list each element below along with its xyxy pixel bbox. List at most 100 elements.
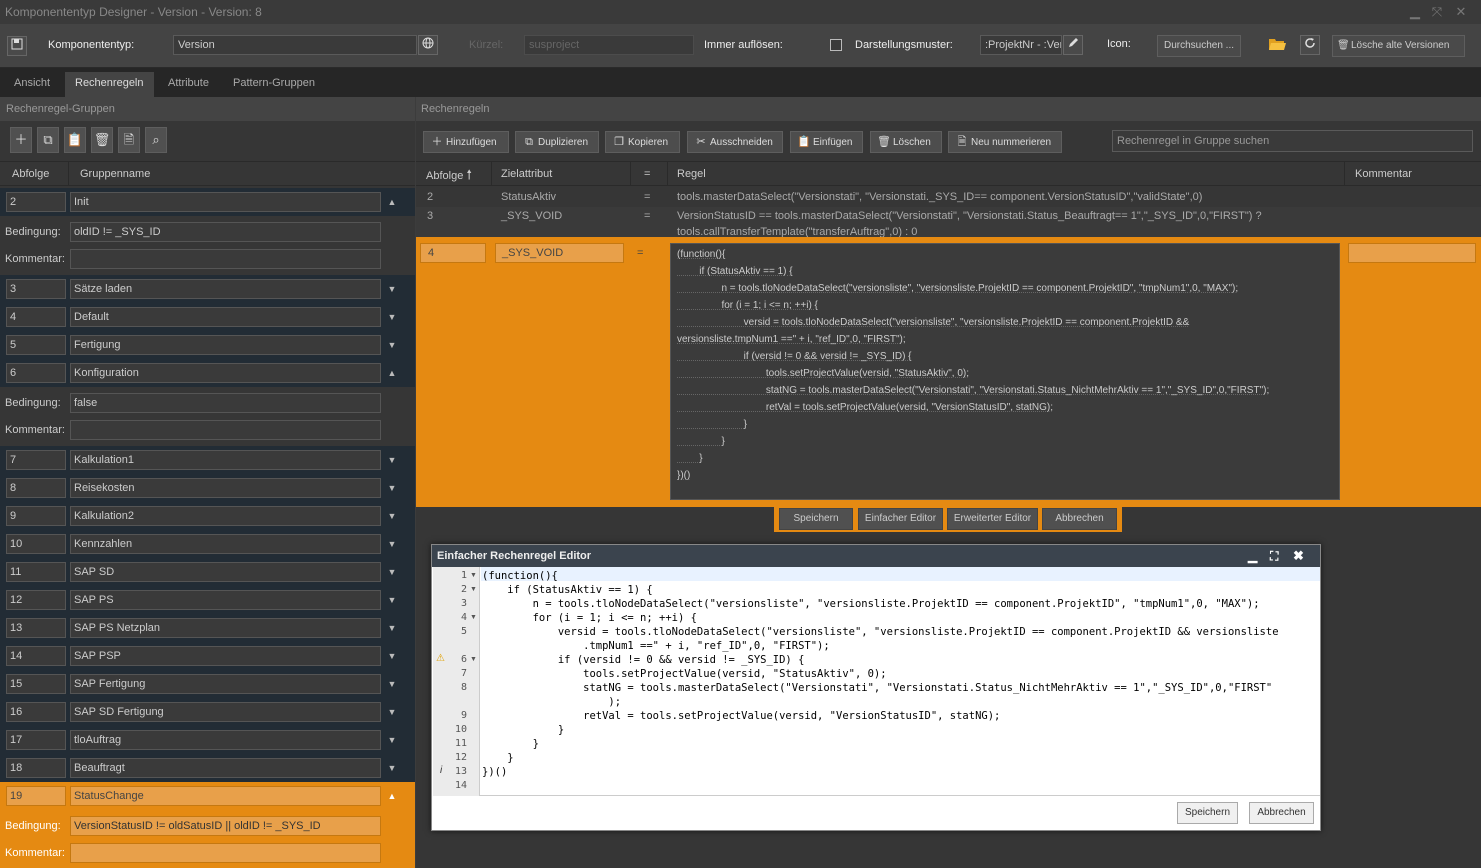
code-line[interactable]: } — [482, 737, 539, 751]
group-name[interactable]: SAP SD Fertigung — [70, 702, 381, 722]
code-line[interactable]: for (i = 1; i <= n; ++i) { — [482, 611, 697, 625]
fold-toggle-icon[interactable]: ▼ — [470, 583, 478, 597]
chevron-down-icon[interactable]: ▼ — [384, 674, 400, 694]
col-abfolge[interactable]: Abfolge — [12, 162, 49, 186]
fold-toggle-icon[interactable]: ▼ — [470, 569, 478, 583]
list-item[interactable]: 6 Konfiguration ▲ — [0, 359, 415, 387]
chevron-down-icon[interactable]: ▼ — [384, 534, 400, 554]
neu-nummerieren-button[interactable]: 🗎 Neu nummerieren — [948, 131, 1062, 153]
code-line[interactable]: n = tools.tloNodeDataSelect("versionslis… — [482, 597, 1260, 611]
group-name[interactable]: StatusChange — [70, 786, 381, 806]
group-num[interactable]: 9 — [6, 506, 66, 526]
list-item[interactable]: 7 Kalkulation1 ▼ — [0, 446, 415, 474]
info-icon[interactable]: i — [440, 765, 442, 776]
group-name[interactable]: Beauftragt — [70, 758, 381, 778]
chevron-down-icon[interactable]: ▼ — [384, 590, 400, 610]
dialog-titlebar[interactable]: Einfacher Rechenregel Editor ▁ ⛶ ✖ — [432, 545, 1320, 567]
restore-icon[interactable]: ⤧ — [1427, 0, 1447, 24]
list-item[interactable]: 5 Fertigung ▼ — [0, 331, 415, 359]
list-item[interactable]: 10 Kennzahlen ▼ — [0, 530, 415, 558]
col-kommentar[interactable]: Kommentar — [1355, 162, 1412, 186]
rule-kommentar-input[interactable] — [1348, 243, 1476, 263]
rule-code-textarea[interactable]: (function(){ if (StatusAktiv == 1) { n =… — [670, 243, 1340, 500]
group-name[interactable]: Fertigung — [70, 335, 381, 355]
erweiterter-editor-button[interactable]: Erweiterter Editor — [947, 508, 1038, 530]
globe-icon[interactable] — [418, 35, 438, 55]
table-row[interactable]: 3 _SYS_VOID = VersionStatusID == tools.m… — [416, 207, 1481, 238]
kommentar-input[interactable] — [70, 843, 381, 863]
tab-pattern-gruppen[interactable]: Pattern-Gruppen — [223, 72, 325, 97]
code-line[interactable]: statNG = tools.masterDataSelect("Version… — [482, 681, 1272, 695]
chevron-down-icon[interactable]: ▼ — [384, 279, 400, 299]
einfacher-editor-button[interactable]: Einfacher Editor — [858, 508, 943, 530]
group-name[interactable]: SAP PSP — [70, 646, 381, 666]
tab-attribute[interactable]: Attribute — [158, 72, 219, 97]
group-num[interactable]: 4 — [6, 307, 66, 327]
group-num[interactable]: 7 — [6, 450, 66, 470]
col-regel[interactable]: Regel — [677, 162, 706, 186]
list-item[interactable]: 17 tloAuftrag ▼ — [0, 726, 415, 754]
group-num[interactable]: 6 — [6, 363, 66, 383]
group-num[interactable]: 12 — [6, 590, 66, 610]
group-num[interactable]: 19 — [6, 786, 66, 806]
warning-icon[interactable]: ⚠ — [436, 653, 445, 664]
paste-icon[interactable]: 📋 — [64, 127, 86, 153]
group-name[interactable]: SAP SD — [70, 562, 381, 582]
list-item[interactable]: 14 SAP PSP ▼ — [0, 642, 415, 670]
folder-icon[interactable] — [1268, 36, 1288, 54]
list-item[interactable]: 2 Init ▲ — [0, 188, 415, 216]
group-name[interactable]: Kennzahlen — [70, 534, 381, 554]
document-icon[interactable]: 🗎 — [118, 127, 140, 153]
group-name[interactable]: SAP PS — [70, 590, 381, 610]
kommentar-input[interactable] — [70, 420, 381, 440]
group-num[interactable]: 2 — [6, 192, 66, 212]
tab-ansicht[interactable]: Ansicht — [4, 72, 60, 97]
list-item[interactable]: 16 SAP SD Fertigung ▼ — [0, 698, 415, 726]
group-name[interactable]: Default — [70, 307, 381, 327]
close-icon[interactable]: ✕ — [1451, 0, 1471, 24]
group-name[interactable]: Reisekosten — [70, 478, 381, 498]
code-line[interactable]: })() — [482, 765, 507, 779]
fold-toggle-icon[interactable]: ▼ — [470, 611, 478, 625]
speichern-button[interactable]: Speichern — [779, 508, 853, 530]
group-num[interactable]: 15 — [6, 674, 66, 694]
dialog-speichern-button[interactable]: Speichern — [1177, 802, 1238, 824]
group-name[interactable]: Sätze laden — [70, 279, 381, 299]
code-line[interactable]: } — [482, 751, 513, 765]
loeschen-button[interactable]: 🗑 Löschen — [870, 131, 942, 153]
chevron-up-icon[interactable]: ▲ — [384, 786, 400, 806]
kommentar-input[interactable] — [70, 249, 381, 269]
chevron-down-icon[interactable]: ▼ — [384, 307, 400, 327]
group-name[interactable]: Kalkulation1 — [70, 450, 381, 470]
save-icon[interactable] — [7, 36, 27, 56]
code-line[interactable]: if (versid != 0 && versid != _SYS_ID) { — [482, 653, 805, 667]
chevron-up-icon[interactable]: ▲ — [384, 192, 400, 212]
duplizieren-button[interactable]: ⧉ Duplizieren — [515, 131, 599, 153]
group-name[interactable]: SAP Fertigung — [70, 674, 381, 694]
code-line[interactable]: tools.setProjectValue(versid, "StatusAkt… — [482, 667, 886, 681]
chevron-down-icon[interactable]: ▼ — [384, 758, 400, 778]
code-line[interactable]: .tmpNum1 ==" + i, "ref_ID",0, "FIRST"); — [482, 639, 830, 653]
list-item[interactable]: 11 SAP SD ▼ — [0, 558, 415, 586]
list-item[interactable]: 18 Beauftragt ▼ — [0, 754, 415, 782]
col-gruppenname[interactable]: Gruppenname — [80, 162, 150, 186]
delete-icon[interactable]: 🗑 — [91, 127, 113, 153]
rule-ziel-input[interactable]: _SYS_VOID — [495, 243, 624, 263]
group-num[interactable]: 10 — [6, 534, 66, 554]
group-num[interactable]: 11 — [6, 562, 66, 582]
group-num[interactable]: 5 — [6, 335, 66, 355]
durchsuchen-button[interactable]: Durchsuchen ... — [1157, 35, 1241, 57]
close-icon[interactable]: ✖ — [1293, 545, 1304, 567]
group-name[interactable]: SAP PS Netzplan — [70, 618, 381, 638]
chevron-down-icon[interactable]: ▼ — [384, 506, 400, 526]
group-num[interactable]: 16 — [6, 702, 66, 722]
minimize-icon[interactable]: ▁ — [1405, 0, 1425, 24]
chevron-down-icon[interactable]: ▼ — [384, 478, 400, 498]
list-item[interactable]: 3 Sätze laden ▼ — [0, 275, 415, 303]
chevron-down-icon[interactable]: ▼ — [384, 618, 400, 638]
rule-num-input[interactable]: 4 — [420, 243, 486, 263]
loesche-alte-versionen-button[interactable]: 🗑Lösche alte Versionen — [1332, 35, 1465, 57]
list-item[interactable]: 4 Default ▼ — [0, 303, 415, 331]
group-num[interactable]: 3 — [6, 279, 66, 299]
code-line[interactable]: ); — [482, 695, 621, 709]
